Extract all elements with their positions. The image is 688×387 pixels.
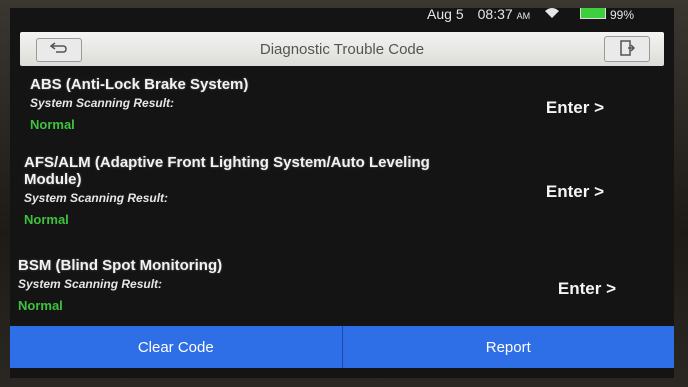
clear-code-button[interactable]: Clear Code [10,326,342,368]
scan-result-status: Normal [24,212,69,227]
action-bar: Clear Code Report [10,326,674,368]
screen: Aug 5 08:37 AM 99% Diagnostic Trouble Co… [10,8,674,378]
system-name: BSM (Blind Spot Monitoring) [18,257,223,274]
enter-button[interactable]: Enter > [558,279,616,299]
status-date: Aug 5 [427,8,464,22]
scan-result-status: Normal [30,117,75,132]
system-name: ABS (Anti-Lock Brake System) [30,76,249,93]
status-bar: Aug 5 08:37 AM 99% [10,8,674,22]
report-button[interactable]: Report [343,326,675,368]
system-name: AFS/ALM (Adaptive Front Lighting System/… [24,154,430,188]
battery-icon: 99% [574,8,634,22]
enter-button[interactable]: Enter > [546,182,604,202]
exit-icon [619,39,636,59]
scan-result-status: Normal [18,298,63,313]
status-time: 08:37 AM [477,8,531,22]
exit-button[interactable] [604,36,650,62]
page-title: Diagnostic Trouble Code [259,41,425,58]
enter-button[interactable]: Enter > [546,98,604,118]
scan-result-label: System Scanning Result: [24,191,169,205]
scan-result-label: System Scanning Result: [18,277,163,291]
title-bar: Diagnostic Trouble Code [20,32,664,66]
scan-result-label: System Scanning Result: [30,96,175,110]
wifi-icon [544,8,560,22]
